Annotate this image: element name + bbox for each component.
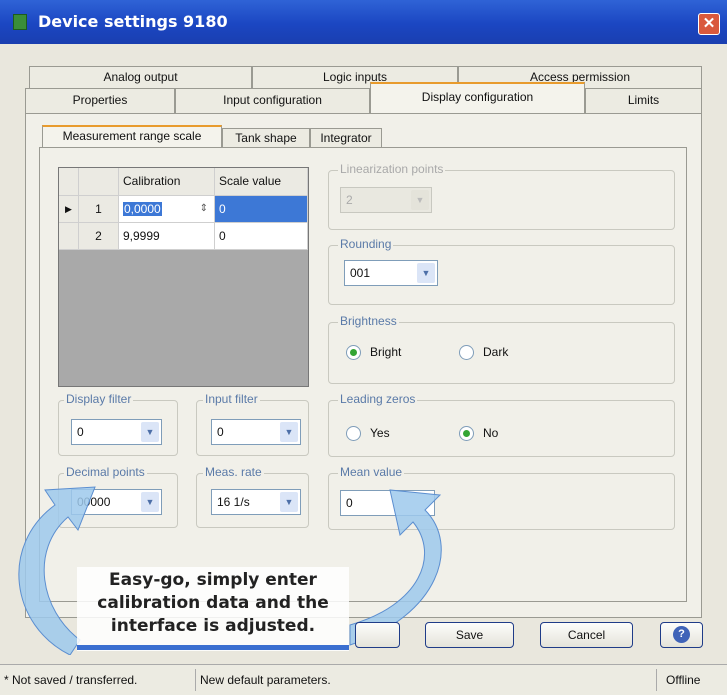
status-saved: * Not saved / transferred. bbox=[4, 673, 138, 687]
rounding-label: Rounding bbox=[338, 237, 394, 251]
tab-properties[interactable]: Properties bbox=[25, 88, 175, 113]
tab-tank-shape[interactable]: Tank shape bbox=[222, 128, 310, 148]
rounding-value: 001 bbox=[350, 266, 371, 280]
scale-value-cell[interactable]: 0 bbox=[215, 196, 308, 223]
tab-integrator[interactable]: Integrator bbox=[310, 128, 382, 148]
help-icon[interactable]: ? bbox=[673, 626, 690, 643]
row-index: 1 bbox=[79, 196, 119, 223]
ok-button[interactable] bbox=[355, 622, 400, 648]
status-connection: Offline bbox=[666, 673, 701, 687]
input-filter-select[interactable]: 0 ▼ bbox=[211, 419, 301, 445]
input-filter-value: 0 bbox=[217, 425, 224, 439]
chevron-down-icon[interactable]: ▼ bbox=[141, 422, 159, 442]
window-title: Device settings 9180 bbox=[38, 12, 228, 31]
save-button[interactable]: Save bbox=[425, 622, 514, 648]
bright-radio-label[interactable]: Bright bbox=[370, 345, 401, 359]
tab-analog-output[interactable]: Analog output bbox=[29, 66, 252, 88]
scale-value-cell[interactable]: 0 bbox=[215, 223, 308, 250]
display-filter-value: 0 bbox=[77, 425, 84, 439]
tab-input-configuration[interactable]: Input configuration bbox=[175, 88, 370, 113]
calibration-column-header[interactable]: Calibration bbox=[119, 168, 215, 196]
brightness-label: Brightness bbox=[338, 314, 399, 328]
grid-corner bbox=[59, 168, 79, 196]
yes-radio[interactable] bbox=[346, 426, 361, 441]
no-radio-label[interactable]: No bbox=[483, 426, 498, 440]
yes-radio-label[interactable]: Yes bbox=[370, 426, 390, 440]
close-icon[interactable]: ✕ bbox=[698, 13, 720, 35]
cancel-button[interactable]: Cancel bbox=[540, 622, 633, 648]
grid-index-header bbox=[79, 168, 119, 196]
chevron-down-icon[interactable]: ▼ bbox=[417, 263, 435, 283]
dark-radio-label[interactable]: Dark bbox=[483, 345, 508, 359]
app-icon bbox=[13, 14, 27, 30]
row-index: 2 bbox=[79, 223, 119, 250]
no-radio[interactable] bbox=[459, 426, 474, 441]
status-separator bbox=[656, 669, 657, 691]
calibration-cell[interactable]: 0,0000 ⇕ bbox=[119, 196, 215, 223]
status-message: New default parameters. bbox=[200, 673, 331, 687]
callout-text: Easy-go, simply enter calibration data a… bbox=[97, 570, 329, 636]
rounding-select[interactable]: 001 ▼ bbox=[344, 260, 438, 286]
leading-zeros-label: Leading zeros bbox=[338, 392, 418, 406]
display-filter-label: Display filter bbox=[64, 392, 134, 406]
scale-value-column-header[interactable]: Scale value bbox=[215, 168, 308, 196]
status-separator bbox=[195, 669, 196, 691]
spin-icon[interactable]: ⇕ bbox=[200, 196, 208, 222]
chevron-down-icon[interactable]: ▼ bbox=[280, 422, 298, 442]
linearization-select: 2 ▼ bbox=[340, 187, 432, 213]
help-button[interactable]: ? bbox=[660, 622, 703, 648]
linearization-label: Linearization points bbox=[338, 162, 446, 176]
row-selector[interactable] bbox=[59, 223, 79, 250]
chevron-down-icon: ▼ bbox=[411, 190, 429, 210]
linearization-value: 2 bbox=[346, 193, 353, 207]
bright-radio[interactable] bbox=[346, 345, 361, 360]
dark-radio[interactable] bbox=[459, 345, 474, 360]
tab-display-configuration[interactable]: Display configuration bbox=[370, 82, 585, 114]
display-filter-select[interactable]: 0 ▼ bbox=[71, 419, 162, 445]
row-pointer-icon: ▶ bbox=[59, 196, 79, 223]
calibration-cell[interactable]: 9,9999 bbox=[119, 223, 215, 250]
status-bar: * Not saved / transferred. New default p… bbox=[0, 664, 727, 695]
tab-measurement-range-scale[interactable]: Measurement range scale bbox=[42, 125, 222, 148]
input-filter-label: Input filter bbox=[203, 392, 260, 406]
callout-underline bbox=[77, 645, 349, 650]
tab-limits[interactable]: Limits bbox=[585, 88, 702, 113]
calibration-cell-value[interactable]: 0,0000 bbox=[123, 202, 162, 216]
